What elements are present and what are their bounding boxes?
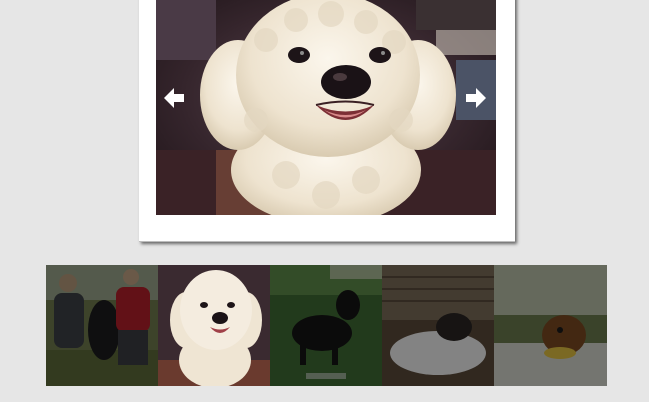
thumbnail-strip xyxy=(46,265,607,386)
black-setter-dog-photo xyxy=(270,265,382,386)
brown-dog-outdoors-photo xyxy=(494,265,607,386)
main-photo xyxy=(156,0,496,215)
thumbnail-4[interactable] xyxy=(382,265,494,386)
thumbnail-3[interactable] xyxy=(270,265,382,386)
thumbnail-5[interactable] xyxy=(494,265,607,386)
thumbnail-1[interactable] xyxy=(46,265,158,386)
next-photo-button[interactable] xyxy=(464,86,488,110)
dog-on-white-blanket-photo xyxy=(382,265,494,386)
arrow-right-icon xyxy=(466,88,486,108)
main-photo-frame xyxy=(139,0,515,242)
thumbnail-2[interactable] xyxy=(158,265,270,386)
two-people-with-dog-photo xyxy=(46,265,158,386)
image-gallery xyxy=(0,0,649,402)
white-poodle-photo xyxy=(158,265,270,386)
prev-photo-button[interactable] xyxy=(162,86,186,110)
arrow-left-icon xyxy=(164,88,184,108)
white-poodle-image xyxy=(156,0,496,215)
